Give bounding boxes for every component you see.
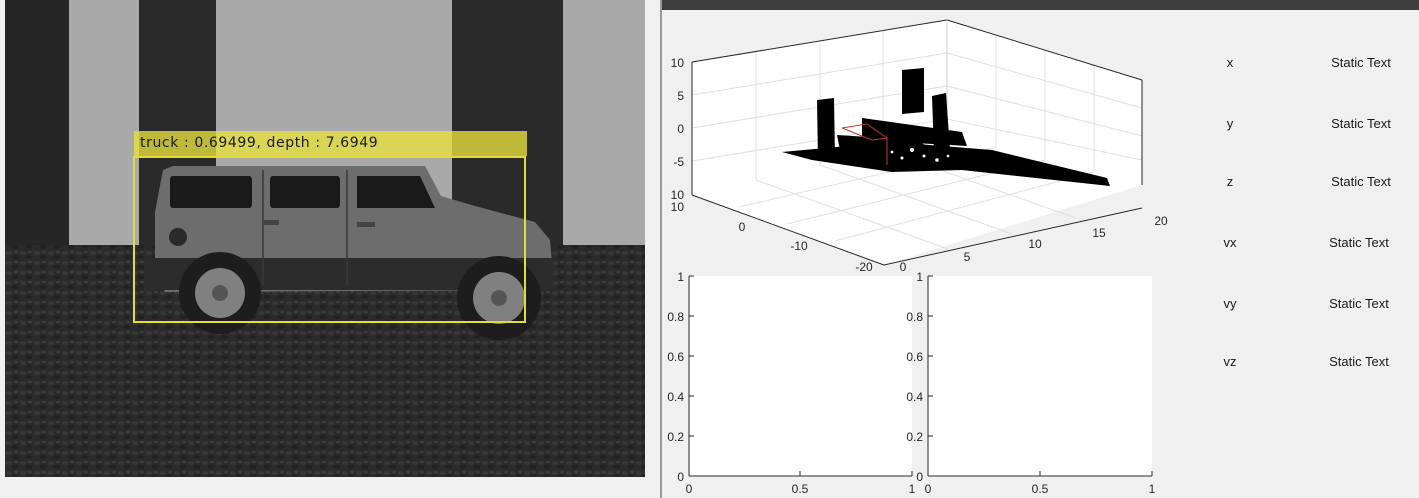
x-tick-label: 1 xyxy=(1149,482,1156,496)
y-tick-label: 0 xyxy=(677,470,684,484)
detection-label: truck : 0.69499, depth : 7.6949 xyxy=(134,131,527,156)
axes-left-2d[interactable]: 1 0.8 0.6 0.4 0.2 0 0 0.5 1 1 0.8 0.6 0.… xyxy=(662,0,1419,498)
axes-right-plot-area xyxy=(928,276,1152,476)
readout-label-z: z xyxy=(1226,174,1234,189)
axes-left-y-ticks: 1 0.8 0.6 0.4 0.2 0 xyxy=(667,270,684,484)
figure-panel: 10 5 0 -5 10 10 0 -10 -20 0 5 10 15 20 1… xyxy=(660,0,1419,498)
readout-label-vx: vx xyxy=(1223,235,1237,250)
detection-bounding-box xyxy=(133,156,526,323)
y-tick-label: 0.4 xyxy=(667,390,684,404)
y-tick-label: 0 xyxy=(916,470,923,484)
readout-label-vz: vz xyxy=(1223,354,1237,369)
y-tick-label: 0.6 xyxy=(906,350,923,364)
camera-view: truck : 0.69499, depth : 7.6949 xyxy=(5,0,645,477)
y-tick-label: 1 xyxy=(916,270,923,284)
readout-label-vy: vy xyxy=(1223,296,1237,311)
y-tick-label: 0.8 xyxy=(906,310,923,324)
x-tick-label: 1 xyxy=(909,482,916,496)
axes-left-plot-area xyxy=(689,276,912,476)
readout-value-vy: Static Text xyxy=(1329,296,1389,311)
x-tick-label: 0.5 xyxy=(1032,482,1049,496)
readout-value-y: Static Text xyxy=(1331,116,1391,131)
x-tick-label: 0.5 xyxy=(792,482,809,496)
x-tick-label: 0 xyxy=(686,482,693,496)
readout-label-y: y xyxy=(1226,116,1234,131)
axes-left-x-ticks: 0 0.5 1 xyxy=(686,482,916,496)
y-tick-label: 0.8 xyxy=(667,310,684,324)
y-tick-label: 0.4 xyxy=(906,390,923,404)
readout-value-z: Static Text xyxy=(1331,174,1391,189)
readout-value-x: Static Text xyxy=(1331,55,1391,70)
readout-value-vx: Static Text xyxy=(1329,235,1389,250)
y-tick-label: 0.6 xyxy=(667,350,684,364)
y-tick-label: 0.2 xyxy=(906,430,923,444)
y-tick-label: 0.2 xyxy=(667,430,684,444)
readout-value-vz: Static Text xyxy=(1329,354,1389,369)
y-tick-label: 1 xyxy=(677,270,684,284)
x-tick-label: 0 xyxy=(925,482,932,496)
axes-right-x-ticks: 0 0.5 1 xyxy=(925,482,1156,496)
readout-label-x: x xyxy=(1226,55,1234,70)
